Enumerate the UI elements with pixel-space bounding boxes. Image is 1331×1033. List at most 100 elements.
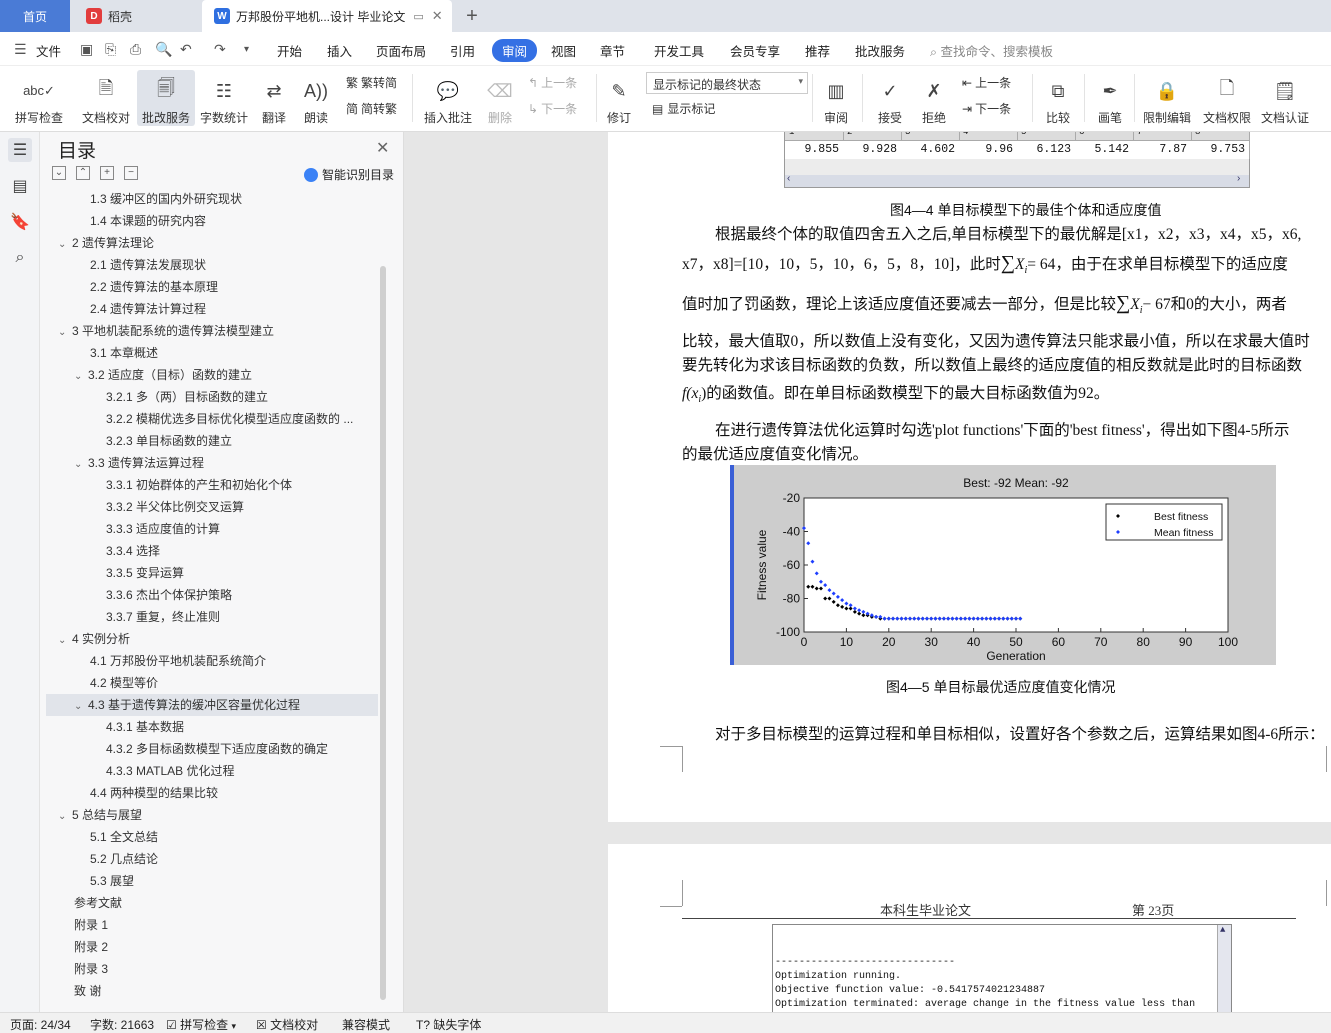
toc-scrollbar[interactable] <box>380 266 386 1000</box>
toc-item[interactable]: 3.2.3 单目标函数的建立 <box>46 430 378 452</box>
word-count[interactable]: 字数: 21663 <box>90 1016 154 1033</box>
trad-to-simp-button[interactable]: 繁繁转简 <box>346 74 397 91</box>
toc-item[interactable]: 3.3.2 半父体比例交叉运算 <box>46 496 378 518</box>
new-tab-button[interactable]: + <box>460 0 484 32</box>
doc-permission-button[interactable]: 🗋 文档权限 <box>1200 70 1254 126</box>
bookmark-icon[interactable]: 🔖 <box>8 210 32 234</box>
toc-item[interactable]: 4.2 模型等价 <box>46 672 378 694</box>
toc-item[interactable]: 4.3.3 MATLAB 优化过程 <box>46 760 378 782</box>
toc-item[interactable]: 5.1 全文总结 <box>46 826 378 848</box>
accept-button[interactable]: ✓ 接受 <box>870 70 910 126</box>
more-icon[interactable]: ▾ <box>244 44 249 55</box>
toc-item[interactable]: 附录 1 <box>46 914 378 936</box>
chevron-down-icon[interactable]: ⌄ <box>58 322 72 342</box>
print-icon[interactable]: ⎙ <box>130 41 141 58</box>
prev-comment-button[interactable]: ↰ 上一条 <box>528 74 577 91</box>
chevron-down-icon[interactable]: ⌄ <box>58 630 72 650</box>
toc-item[interactable]: 4.3.2 多目标函数模型下适应度函数的确定 <box>46 738 378 760</box>
next-change-button[interactable]: ⇥ 下一条 <box>962 100 1011 117</box>
compare-button[interactable]: ⧉ 比较 <box>1038 70 1078 126</box>
chevron-down-icon[interactable]: ⌄ <box>74 454 88 474</box>
grading-service-button[interactable]: 🗐 批改服务 <box>137 70 195 126</box>
tab-document[interactable]: W 万邦股份平地机...设计 毕业论文 ▭ ✕ <box>202 0 452 32</box>
menu-reference[interactable]: 引用 <box>450 41 475 60</box>
review-pane-button[interactable]: ▥ 审阅 <box>816 70 856 126</box>
pen-button[interactable]: ✒ 画笔 <box>1090 70 1130 126</box>
toc-item[interactable]: 参考文献 <box>46 892 378 914</box>
insert-comment-button[interactable]: 💬 插入批注 <box>420 70 476 126</box>
redo-icon[interactable]: ↷ <box>214 41 226 58</box>
menu-page-layout[interactable]: 页面布局 <box>376 41 426 60</box>
missing-font[interactable]: T? 缺失字体 <box>416 1016 481 1033</box>
toc-item[interactable]: 3.2.2 模糊优选多目标优化模型适应度函数的 ... <box>46 408 378 430</box>
toc-item[interactable]: 附录 2 <box>46 936 378 958</box>
toc-item[interactable]: ⌄ 2 遗传算法理论 <box>46 232 378 254</box>
toc-item[interactable]: 2.2 遗传算法的基本原理 <box>46 276 378 298</box>
toc-item[interactable]: ⌄ 3 平地机装配系统的遗传算法模型建立 <box>46 320 378 342</box>
doc-cert-button[interactable]: 🗒 文档认证 <box>1258 70 1312 126</box>
navigation-icon[interactable]: ▤ <box>8 174 32 198</box>
next-comment-button[interactable]: ↳ 下一条 <box>528 100 577 117</box>
toc-item[interactable]: 3.3.7 重复，终止准则 <box>46 606 378 628</box>
toc-item[interactable]: 3.3.5 变异运算 <box>46 562 378 584</box>
print-preview-icon[interactable]: 🔍 <box>155 41 172 58</box>
hamburger-icon[interactable]: ☰ <box>14 41 27 58</box>
menu-review[interactable]: 审阅 <box>492 39 538 62</box>
command-search[interactable]: ⌕ 查找命令、搜索模板 <box>930 41 1053 60</box>
toc-item[interactable]: 2.4 遗传算法计算过程 <box>46 298 378 320</box>
toc-item[interactable]: 附录 3 <box>46 958 378 980</box>
toc-item[interactable]: ⌄ 4.3 基于遗传算法的缓冲区容量优化过程 <box>46 694 378 716</box>
translate-button[interactable]: ⇄ 翻译 <box>254 70 294 126</box>
menu-start[interactable]: 开始 <box>277 41 302 60</box>
doc-proof-button[interactable]: 🗎 文档校对 <box>78 70 134 126</box>
toc-item[interactable]: 3.3.6 杰出个体保护策略 <box>46 584 378 606</box>
add-level-icon[interactable]: + <box>100 166 114 180</box>
toc-item[interactable]: 致 谢 <box>46 980 378 1002</box>
toc-item[interactable]: 1.3 缓冲区的国内外研究现状 <box>46 188 378 210</box>
toc-item[interactable]: 5.3 展望 <box>46 870 378 892</box>
smart-toc-button[interactable]: 智能识别目录 <box>304 166 394 183</box>
close-tab-icon[interactable]: ✕ <box>432 8 443 24</box>
menu-chapter[interactable]: 章节 <box>600 41 625 60</box>
menu-recommend[interactable]: 推荐 <box>805 41 830 60</box>
menu-member[interactable]: 会员专享 <box>730 41 780 60</box>
read-aloud-button[interactable]: A)) 朗读 <box>298 70 334 126</box>
restrict-edit-button[interactable]: 🔒 限制编辑 <box>1140 70 1194 126</box>
export-icon[interactable]: ⎘ <box>105 41 116 58</box>
toc-item[interactable]: 4.4 两种模型的结果比较 <box>46 782 378 804</box>
toc-panel-icon[interactable]: ☰ <box>8 138 32 162</box>
toc-item[interactable]: 5.2 几点结论 <box>46 848 378 870</box>
word-count-button[interactable]: ☷ 字数统计 <box>198 70 250 126</box>
toc-item[interactable]: 4.3.1 基本数据 <box>46 716 378 738</box>
pin-icon[interactable]: ▭ <box>413 10 423 23</box>
simp-to-trad-button[interactable]: 简简转繁 <box>346 100 397 117</box>
toc-item[interactable]: ⌄ 3.2 适应度（目标）函数的建立 <box>46 364 378 386</box>
menu-file[interactable]: 文件 <box>36 41 61 60</box>
compat-mode[interactable]: 兼容模式 <box>342 1016 390 1033</box>
undo-icon[interactable]: ↶ <box>180 41 192 58</box>
chevron-down-icon[interactable]: ⌄ <box>58 234 72 254</box>
menu-insert[interactable]: 插入 <box>327 41 352 60</box>
menu-view[interactable]: 视图 <box>551 41 576 60</box>
spell-check-button[interactable]: abc✓ 拼写检查 <box>8 70 70 126</box>
menu-grading[interactable]: 批改服务 <box>855 41 905 60</box>
toc-item[interactable]: 3.1 本章概述 <box>46 342 378 364</box>
tab-daoke[interactable]: D 稻壳 <box>72 0 200 32</box>
revise-button[interactable]: ✎ 修订 <box>600 70 638 126</box>
chevron-down-icon[interactable]: ⌄ <box>58 806 72 826</box>
collapse-icon[interactable]: ⌄ <box>52 166 66 180</box>
chevron-down-icon[interactable]: ⌄ <box>74 696 88 716</box>
toc-item[interactable]: ⌄ 4 实例分析 <box>46 628 378 650</box>
markup-state-select[interactable]: 显示标记的最终状态 ▾ <box>646 72 808 94</box>
toc-item[interactable]: 4.1 万邦股份平地机装配系统简介 <box>46 650 378 672</box>
reject-button[interactable]: ✗ 拒绝 <box>914 70 954 126</box>
toc-item[interactable]: 3.3.3 适应度值的计算 <box>46 518 378 540</box>
toc-item[interactable]: ⌄ 5 总结与展望 <box>46 804 378 826</box>
page-indicator[interactable]: 页面: 24/34 <box>10 1016 71 1033</box>
status-spell-check[interactable]: ☑ 拼写检查 ▾ <box>166 1016 236 1033</box>
toc-item[interactable]: 3.3.1 初始群体的产生和初始化个体 <box>46 474 378 496</box>
status-doc-proof[interactable]: ☒ 文档校对 <box>256 1016 318 1033</box>
menu-dev-tools[interactable]: 开发工具 <box>654 41 704 60</box>
toc-item[interactable]: 1.4 本课题的研究内容 <box>46 210 378 232</box>
save-icon[interactable]: ▣ <box>80 41 93 58</box>
